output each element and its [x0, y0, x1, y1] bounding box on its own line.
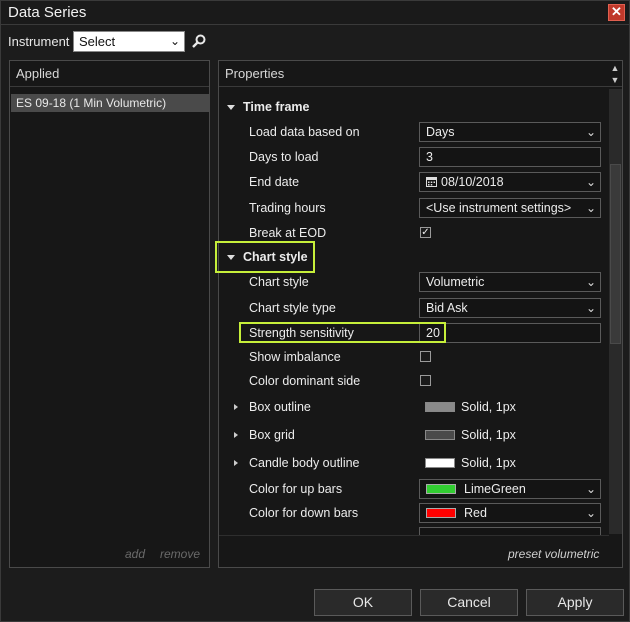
header-scroll-down-icon[interactable]: ▼: [609, 74, 621, 86]
chevron-down-icon: ⌄: [585, 175, 596, 189]
scrollbar-thumb[interactable]: [610, 164, 621, 344]
instrument-select[interactable]: Select ⌄: [73, 31, 185, 52]
label-chart-style-type: Chart style type: [249, 301, 336, 315]
add-link[interactable]: add: [125, 547, 145, 561]
expand-box-outline-icon[interactable]: [234, 404, 238, 410]
chevron-down-icon: ⌄: [585, 125, 596, 139]
chart-style-select[interactable]: Volumetric ⌄: [419, 272, 601, 292]
applied-panel: Applied ES 09-18 (1 Min Volumetric) add …: [9, 60, 210, 568]
section-chart-style: Chart style: [243, 250, 308, 264]
end-date-picker[interactable]: 08/10/2018 ⌄: [419, 172, 601, 192]
cancel-button[interactable]: Cancel: [420, 589, 518, 616]
label-trading-hours: Trading hours: [249, 201, 326, 215]
days-to-load-value: 3: [426, 150, 433, 164]
load-data-select[interactable]: Days ⌄: [419, 122, 601, 142]
up-bars-color-select[interactable]: LimeGreen ⌄: [419, 479, 601, 499]
expand-box-grid-icon[interactable]: [234, 432, 238, 438]
title-bar: Data Series ✕: [1, 1, 629, 25]
label-break-eod: Break at EOD: [249, 226, 327, 240]
close-icon: ✕: [611, 4, 622, 19]
label-candle-outline: Candle body outline: [249, 456, 360, 470]
properties-header: Properties: [219, 61, 622, 87]
chevron-down-icon: ⌄: [585, 301, 596, 315]
up-bars-swatch: [426, 484, 456, 494]
instrument-select-value: Select: [79, 34, 116, 49]
up-bars-value: LimeGreen: [464, 482, 526, 496]
label-load-data: Load data based on: [249, 125, 360, 139]
trading-hours-select[interactable]: <Use instrument settings> ⌄: [419, 198, 601, 218]
apply-button[interactable]: Apply: [526, 589, 624, 616]
label-box-outline: Box outline: [249, 400, 311, 414]
label-strength-sensitivity: Strength sensitivity: [249, 326, 354, 340]
preset-volumetric-link[interactable]: preset volumetric: [508, 547, 599, 561]
down-bars-color-select[interactable]: Red ⌄: [419, 503, 601, 523]
expand-chart-style-icon[interactable]: [227, 255, 235, 260]
box-outline-value: Solid, 1px: [461, 400, 516, 414]
label-down-bars: Color for down bars: [249, 506, 359, 520]
applied-item[interactable]: ES 09-18 (1 Min Volumetric): [11, 94, 209, 112]
label-days-to-load: Days to load: [249, 150, 319, 164]
box-outline-swatch[interactable]: [425, 402, 455, 412]
label-show-imbalance: Show imbalance: [249, 350, 341, 364]
expand-candle-outline-icon[interactable]: [234, 460, 238, 466]
close-button[interactable]: ✕: [608, 4, 625, 21]
label-up-bars: Color for up bars: [249, 482, 343, 496]
expand-time-frame-icon[interactable]: [227, 105, 235, 110]
down-bars-swatch: [426, 508, 456, 518]
window-title: Data Series: [8, 4, 87, 21]
candle-outline-swatch[interactable]: [425, 458, 455, 468]
label-color-dominant: Color dominant side: [249, 374, 361, 388]
applied-header: Applied: [10, 61, 209, 87]
chevron-down-icon: ⌄: [585, 201, 596, 215]
box-grid-value: Solid, 1px: [461, 428, 516, 442]
end-date-value: 08/10/2018: [441, 175, 504, 189]
chart-style-value: Volumetric: [426, 275, 485, 289]
color-dominant-checkbox[interactable]: [420, 375, 431, 386]
data-series-window: Data Series ✕ Instrument Select ⌄ Applie…: [0, 0, 630, 622]
header-scroll-up-icon[interactable]: ▲: [609, 62, 621, 74]
chart-style-type-value: Bid Ask: [426, 301, 468, 315]
chevron-down-icon: ⌄: [585, 506, 596, 520]
properties-footer-divider: [219, 535, 609, 536]
candle-outline-value: Solid, 1px: [461, 456, 516, 470]
chevron-down-icon: ⌄: [585, 482, 596, 496]
days-to-load-input[interactable]: 3: [419, 147, 601, 167]
next-row-select-partial[interactable]: [419, 527, 601, 535]
box-grid-swatch[interactable]: [425, 430, 455, 440]
down-bars-value: Red: [464, 506, 487, 520]
label-chart-style: Chart style: [249, 275, 309, 289]
label-box-grid: Box grid: [249, 428, 295, 442]
chart-style-type-select[interactable]: Bid Ask ⌄: [419, 298, 601, 318]
calendar-icon: [426, 177, 437, 187]
strength-sensitivity-input[interactable]: 20: [419, 323, 601, 343]
load-data-value: Days: [426, 125, 455, 139]
show-imbalance-checkbox[interactable]: [420, 351, 431, 362]
trading-hours-value: <Use instrument settings>: [426, 201, 572, 215]
chevron-down-icon: ⌄: [585, 275, 596, 289]
search-icon[interactable]: [191, 33, 207, 49]
strength-sensitivity-value: 20: [426, 326, 440, 340]
ok-button[interactable]: OK: [314, 589, 412, 616]
instrument-label: Instrument: [8, 34, 70, 49]
remove-link[interactable]: remove: [160, 547, 200, 561]
properties-panel: Properties ▲ ▼ Time frame Load data base…: [218, 60, 623, 568]
checkmark-icon: ✓: [421, 227, 430, 238]
section-time-frame: Time frame: [243, 100, 310, 114]
break-eod-checkbox[interactable]: ✓: [420, 227, 431, 238]
properties-scrollbar[interactable]: [609, 89, 622, 534]
label-end-date: End date: [249, 175, 300, 189]
chevron-down-icon: ⌄: [169, 34, 180, 48]
